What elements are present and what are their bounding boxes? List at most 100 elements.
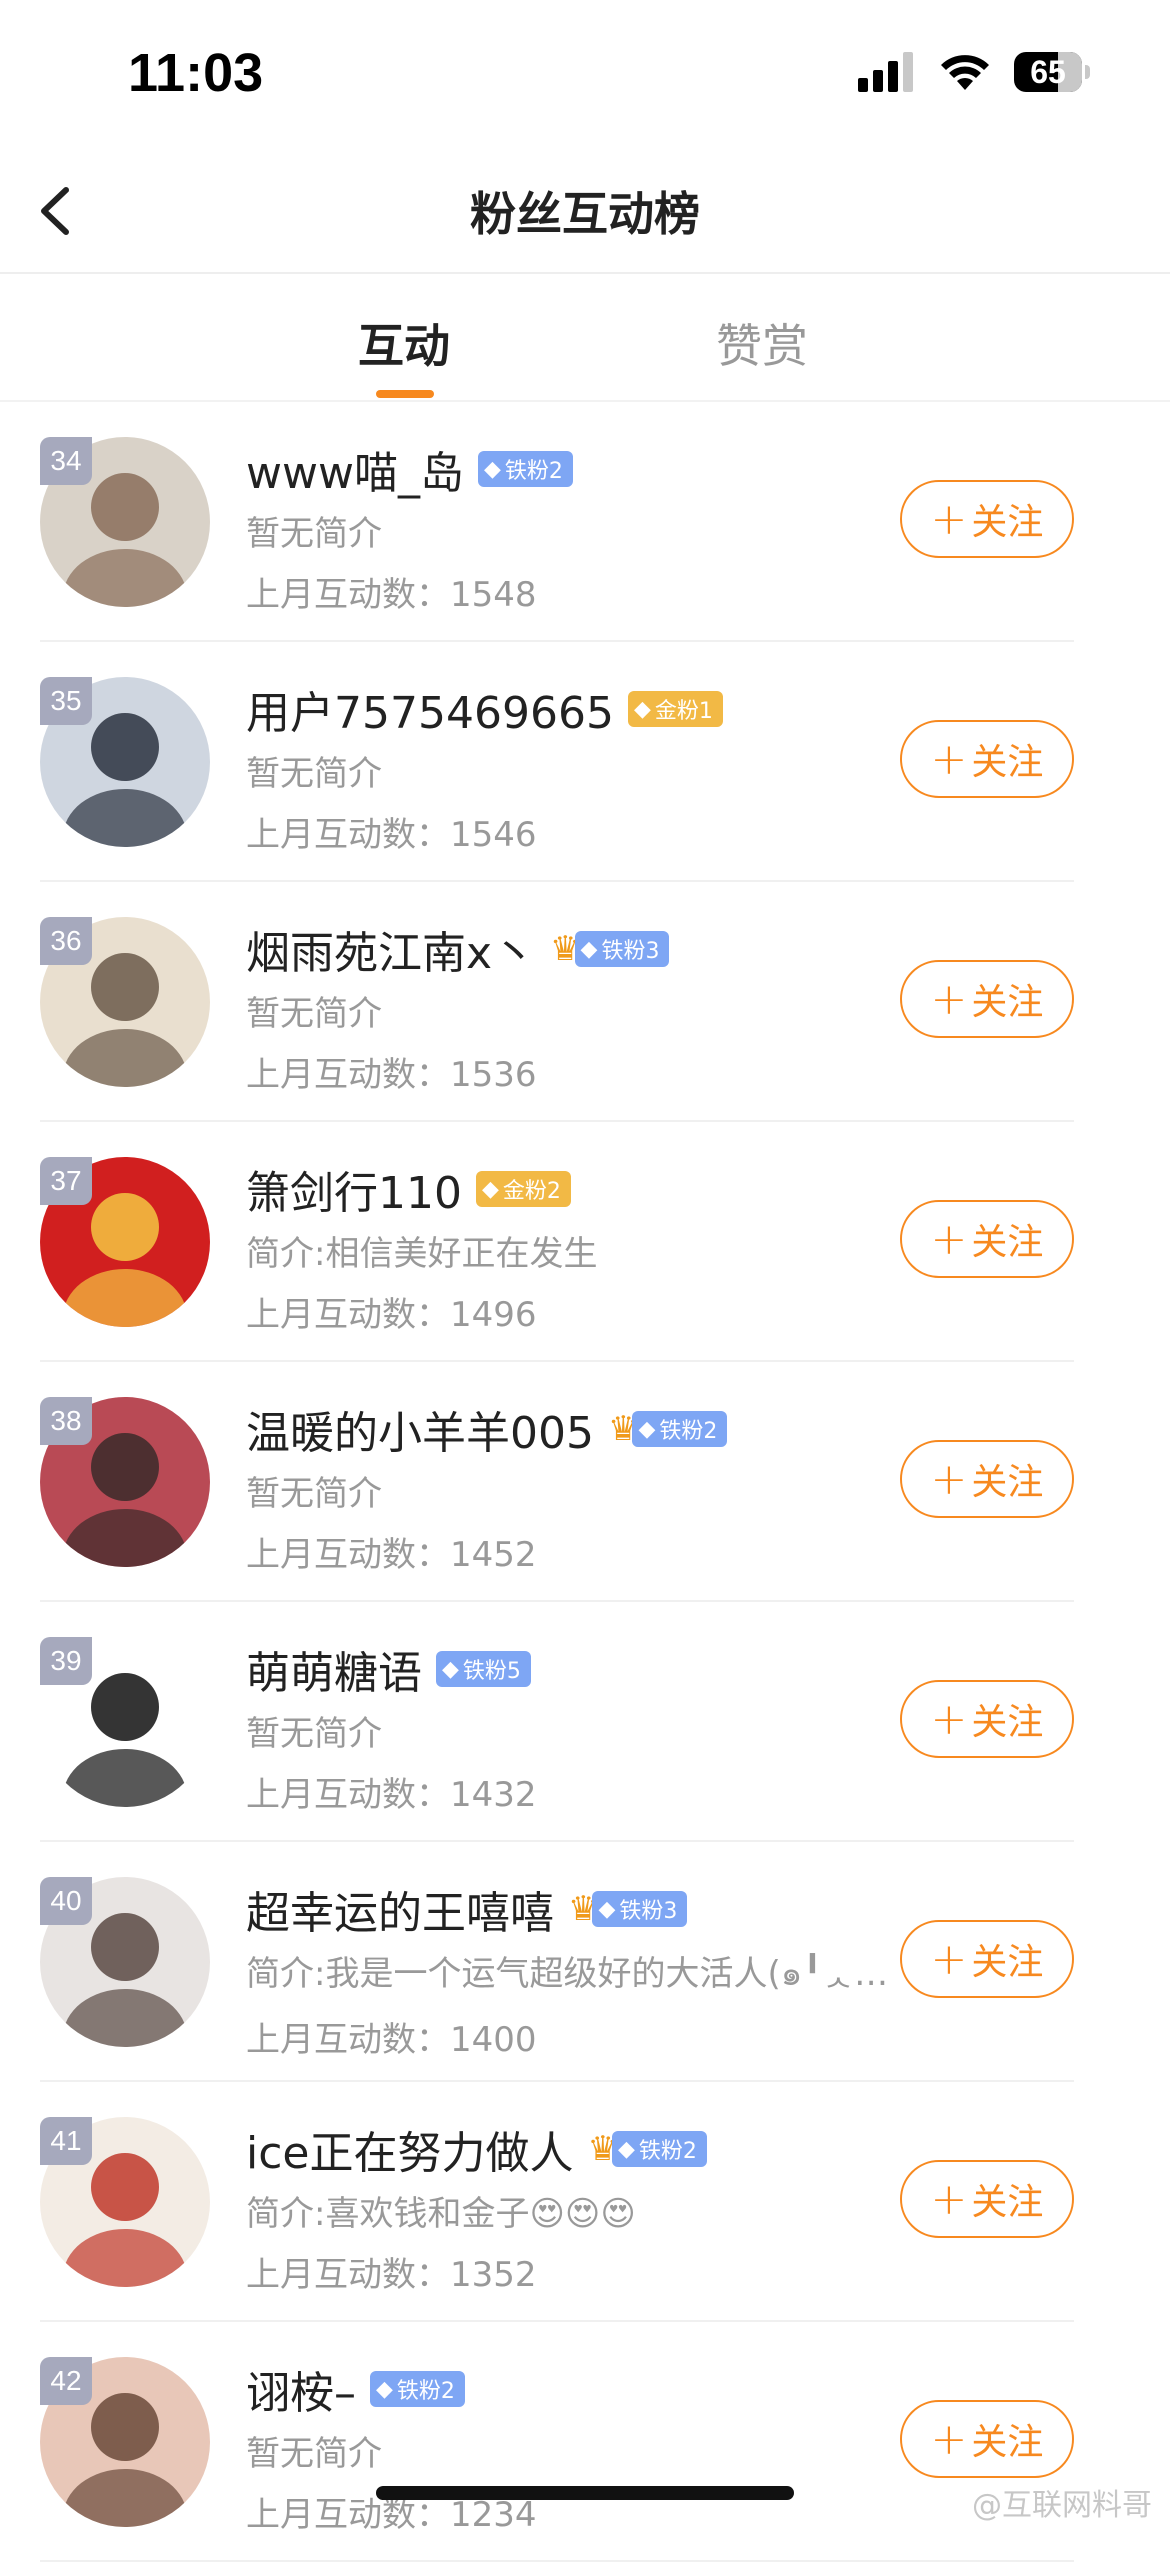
name-line: 超幸运的王嘻嘻 ♛ ◆ 铁粉3 — [246, 1878, 946, 1940]
list-item[interactable]: 38 温暖的小羊羊005 ♛ ◆ 铁粉2 暂无简介 上月互动数：1452 + 关… — [40, 1362, 1074, 1602]
follow-button[interactable]: + 关注 — [900, 2400, 1074, 2478]
follow-button[interactable]: + 关注 — [900, 480, 1074, 558]
fan-name[interactable]: 诩桉– — [246, 2357, 356, 2421]
list-item[interactable]: 39 萌萌糖语 ◆ 铁粉5 暂无简介 上月互动数：1432 + 关注 — [40, 1602, 1074, 1842]
follow-label: 关注 — [971, 1702, 1044, 1743]
interaction-count: 上月互动数：1352 — [246, 2247, 946, 2296]
fan-level-badge[interactable]: ◆ 铁粉2 — [632, 1411, 728, 1447]
fan-level-label: 铁粉2 — [659, 1419, 718, 1444]
home-indicator[interactable] — [376, 2486, 794, 2500]
gold-gem-icon: ◆ — [633, 696, 651, 722]
interaction-count-value: 1234 — [450, 2495, 537, 2535]
plus-icon: + — [930, 733, 968, 785]
follow-button[interactable]: + 关注 — [900, 1440, 1074, 1518]
cellular-signal-icon — [858, 52, 913, 92]
fan-level-badge[interactable]: ◆ 金粉2 — [475, 1171, 571, 1207]
plus-icon: + — [930, 2413, 968, 2465]
battery-level: 65 — [1030, 54, 1066, 90]
fan-name[interactable]: ice正在努力做人 — [246, 2117, 574, 2181]
list-item[interactable]: 40 超幸运的王嘻嘻 ♛ ◆ 铁粉3 简介:我是一个运气超级好的大活人(๑╹ᆺ╹… — [40, 1842, 1074, 2082]
avatar-wrap[interactable]: 34 — [40, 437, 210, 607]
name-line: 诩桉– ◆ 铁粉2 — [246, 2358, 946, 2420]
follow-button[interactable]: + 关注 — [900, 720, 1074, 798]
interaction-count-value: 1452 — [450, 1535, 537, 1575]
list-item[interactable]: 34 www喵_岛 ◆ 铁粉2 暂无简介 上月互动数：1548 + 关注 — [40, 402, 1074, 642]
plus-icon: + — [930, 2173, 968, 2225]
interaction-count-label: 上月互动数： — [246, 2495, 450, 2535]
interaction-count-label: 上月互动数： — [246, 815, 450, 855]
fan-info: ice正在努力做人 ♛ ◆ 铁粉2 简介:喜欢钱和金子😍😍😍 上月互动数：135… — [246, 2118, 946, 2296]
page-title: 粉丝互动榜 — [470, 187, 700, 241]
avatar-wrap[interactable]: 42 — [40, 2357, 210, 2527]
fan-level-badge[interactable]: ◆ 铁粉2 — [370, 2371, 465, 2407]
list-item[interactable]: 36 烟雨苑江南x丶 ♛ ◆ 铁粉3 暂无简介 上月互动数：1536 + 关注 — [40, 882, 1074, 1122]
interaction-count-value: 1352 — [450, 2255, 537, 2295]
avatar-wrap[interactable]: 40 — [40, 1877, 210, 2047]
interaction-count-value: 1548 — [450, 575, 537, 615]
fan-name[interactable]: 箫剑行110 — [246, 1157, 462, 1221]
fan-level-label: 铁粉2 — [396, 2379, 455, 2404]
fan-level-badge[interactable]: ◆ 铁粉2 — [477, 451, 573, 487]
follow-button[interactable]: + 关注 — [900, 2160, 1074, 2238]
fan-name[interactable]: www喵_岛 — [246, 437, 464, 501]
follow-label: 关注 — [971, 1222, 1044, 1263]
fan-bio: 暂无简介 — [246, 754, 382, 794]
tab-interaction[interactable]: 互动 — [358, 310, 450, 376]
interaction-count-label: 上月互动数： — [246, 1295, 450, 1335]
fan-name[interactable]: 烟雨苑江南x丶 — [246, 917, 536, 981]
rank-badge: 37 — [40, 1157, 92, 1205]
fan-bio: 暂无简介 — [246, 1474, 382, 1514]
avatar-wrap[interactable]: 39 — [40, 1637, 210, 1807]
avatar-wrap[interactable]: 35 — [40, 677, 210, 847]
tab-reward[interactable]: 赞赏 — [716, 310, 808, 376]
fan-bio: 暂无简介 — [246, 2434, 382, 2474]
avatar-wrap[interactable]: 38 — [40, 1397, 210, 1567]
fan-name[interactable]: 萌萌糖语 — [246, 1637, 422, 1701]
list-item[interactable]: 35 用户7575469665 ◆ 金粉1 暂无简介 上月互动数：1546 + … — [40, 642, 1074, 882]
fan-level-badge[interactable]: ◆ 铁粉2 — [611, 2131, 707, 2167]
list-item[interactable]: 42 诩桉– ◆ 铁粉2 暂无简介 上月互动数：1234 + 关注 — [40, 2322, 1074, 2562]
avatar-wrap[interactable]: 36 — [40, 917, 210, 1087]
avatar-wrap[interactable]: 41 — [40, 2117, 210, 2287]
follow-button[interactable]: + 关注 — [900, 1680, 1074, 1758]
follow-button[interactable]: + 关注 — [900, 960, 1074, 1038]
fan-name[interactable]: 超幸运的王嘻嘻 — [246, 1877, 554, 1941]
fan-level-badge[interactable]: ◆ 铁粉3 — [574, 931, 670, 967]
fan-info: 诩桉– ◆ 铁粉2 暂无简介 上月互动数：1234 — [246, 2358, 946, 2536]
diamond-icon: ◆ — [617, 2136, 635, 2162]
follow-label: 关注 — [971, 502, 1044, 543]
rank-badge: 39 — [40, 1637, 92, 1685]
fan-info: www喵_岛 ◆ 铁粉2 暂无简介 上月互动数：1548 — [246, 438, 946, 616]
avatar-wrap[interactable]: 37 — [40, 1157, 210, 1327]
interaction-count: 上月互动数：1452 — [246, 1527, 946, 1576]
interaction-count-value: 1496 — [450, 1295, 537, 1335]
follow-label: 关注 — [971, 982, 1044, 1023]
fan-bio: 简介:我是一个运气超级好的大活人(๑╹ᆺ╹)… — [246, 1954, 906, 1994]
fan-bio: 暂无简介 — [246, 514, 382, 554]
follow-button[interactable]: + 关注 — [900, 1200, 1074, 1278]
fan-info: 烟雨苑江南x丶 ♛ ◆ 铁粉3 暂无简介 上月互动数：1536 — [246, 918, 946, 1096]
list-item[interactable]: 37 箫剑行110 ◆ 金粉2 简介:相信美好正在发生 上月互动数：1496 +… — [40, 1122, 1074, 1362]
fan-level-badge[interactable]: ◆ 铁粉5 — [436, 1651, 531, 1687]
interaction-count: 上月互动数：1548 — [246, 567, 946, 616]
fan-name[interactable]: 温暖的小羊羊005 — [246, 1397, 594, 1461]
fan-level-label: 铁粉3 — [619, 1899, 678, 1924]
interaction-count: 上月互动数：1546 — [246, 807, 946, 856]
fan-level-label: 铁粉5 — [462, 1659, 521, 1684]
rank-badge: 40 — [40, 1877, 92, 1925]
plus-icon: + — [930, 1213, 968, 1265]
diamond-icon: ◆ — [598, 1896, 616, 1922]
interaction-count-label: 上月互动数： — [246, 1535, 450, 1575]
follow-button[interactable]: + 关注 — [900, 1920, 1074, 1998]
interaction-count: 上月互动数：1400 — [246, 2012, 946, 2061]
wifi-icon — [941, 55, 989, 90]
name-line: 箫剑行110 ◆ 金粉2 — [246, 1158, 946, 1220]
fan-level-badge[interactable]: ◆ 金粉1 — [627, 691, 723, 727]
fan-level-badge[interactable]: ◆ 铁粉3 — [592, 1891, 688, 1927]
interaction-count-label: 上月互动数： — [246, 2020, 450, 2060]
fan-list: 34 www喵_岛 ◆ 铁粉2 暂无简介 上月互动数：1548 + 关注 35 … — [0, 402, 1170, 2562]
list-item[interactable]: 41 ice正在努力做人 ♛ ◆ 铁粉2 简介:喜欢钱和金子😍😍😍 上月互动数：… — [40, 2082, 1074, 2322]
fan-name[interactable]: 用户7575469665 — [246, 677, 614, 741]
interaction-count: 上月互动数：1432 — [246, 1767, 946, 1816]
rank-badge: 41 — [40, 2117, 92, 2165]
